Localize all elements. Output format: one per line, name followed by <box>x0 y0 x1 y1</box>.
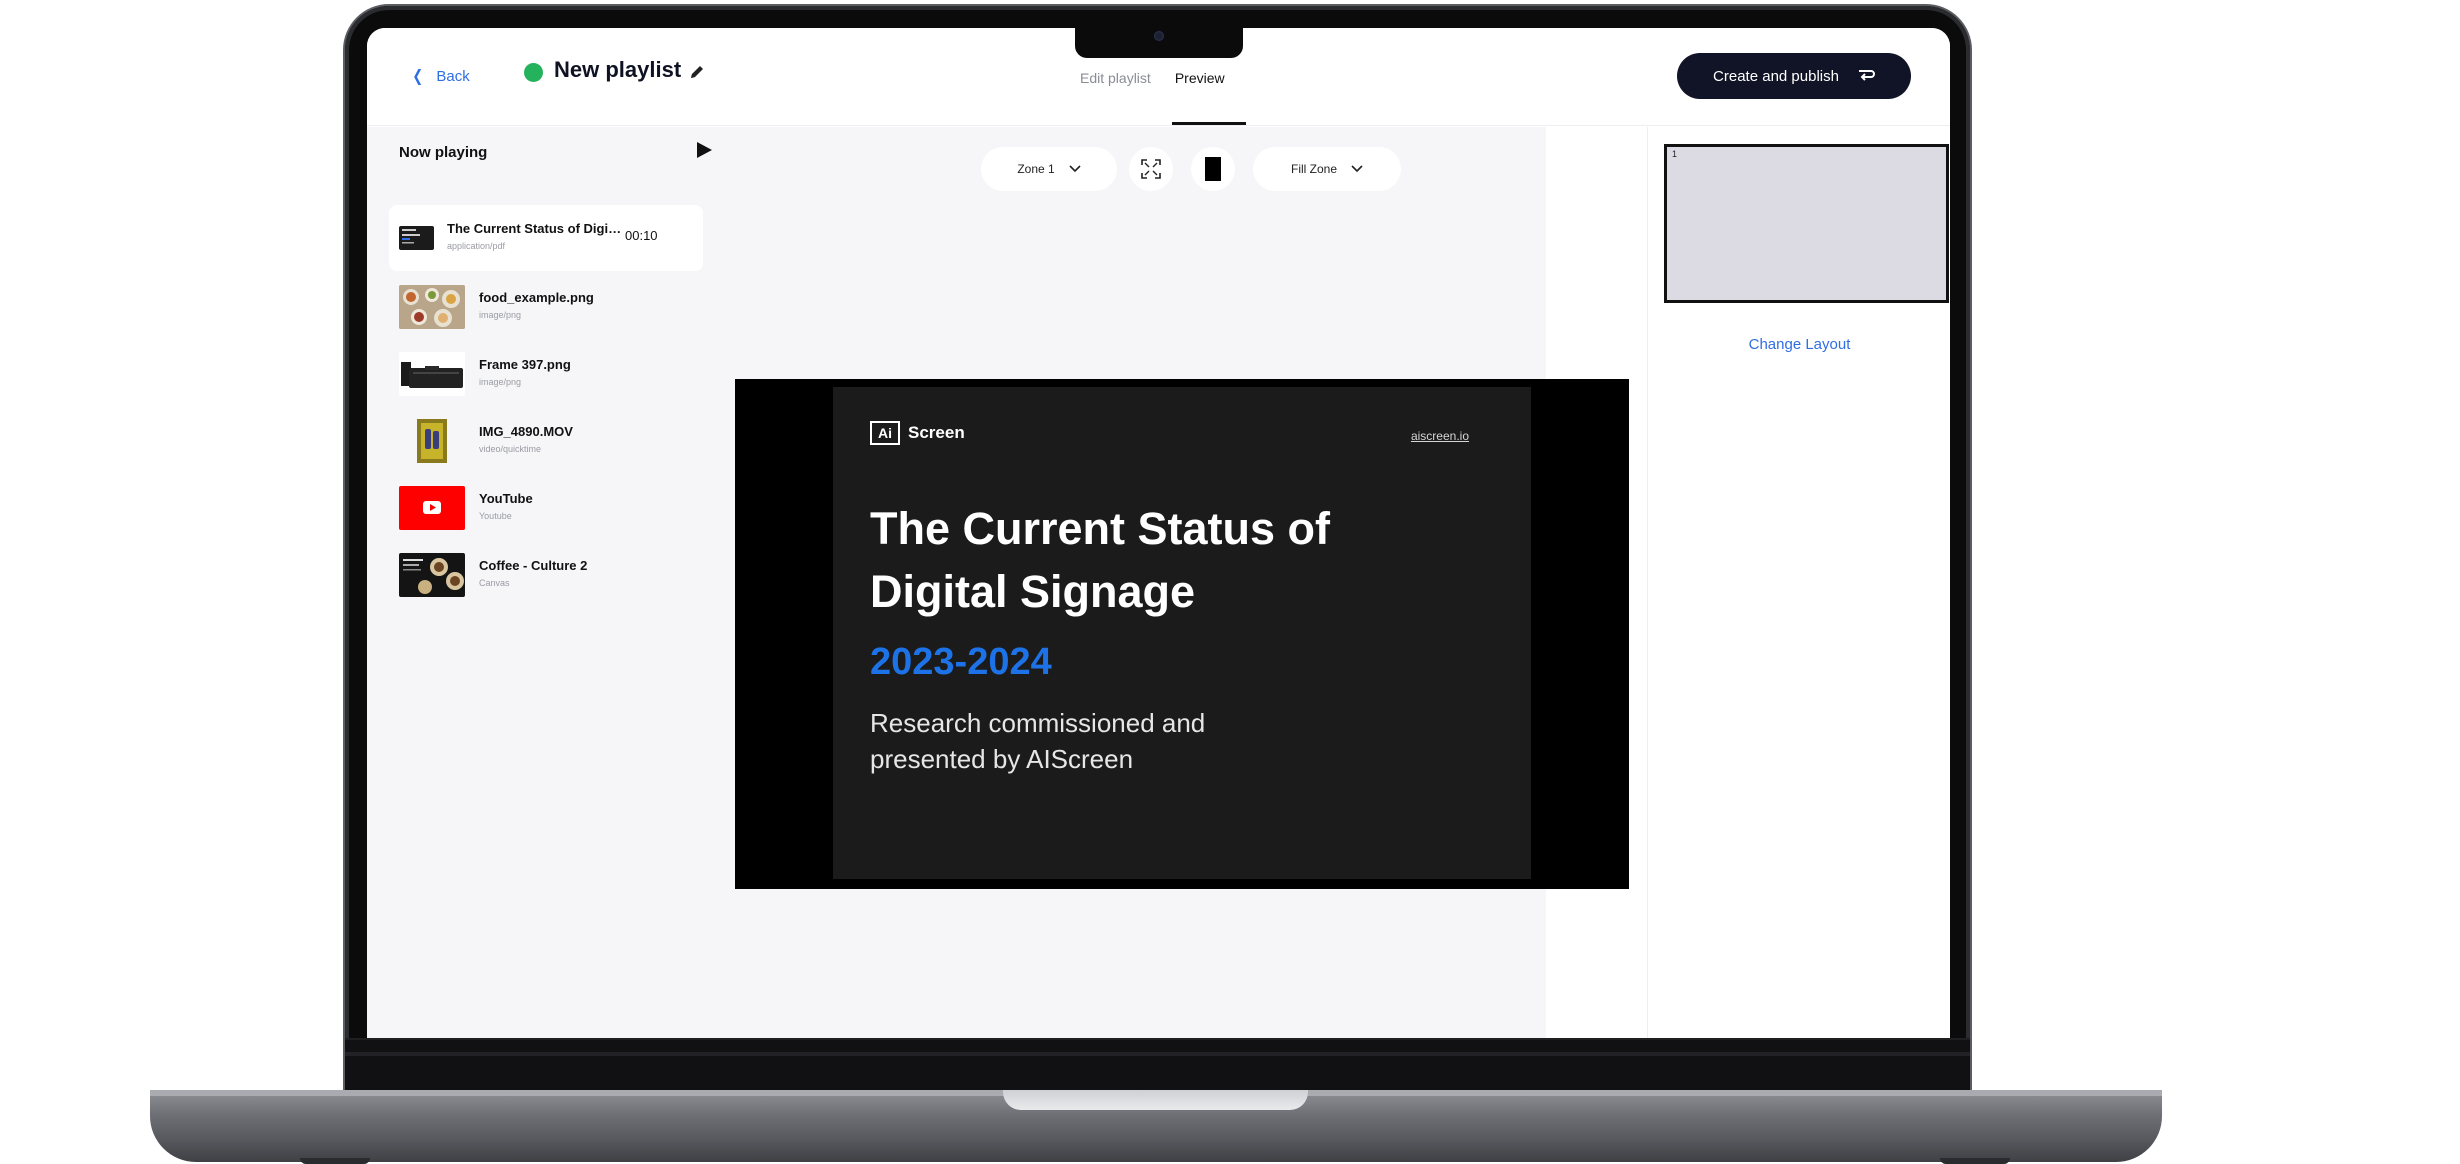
item-name: Coffee - Culture 2 <box>479 558 588 573</box>
zone-select[interactable]: Zone 1 <box>981 147 1117 191</box>
camera-icon <box>1154 31 1164 41</box>
playlist-item[interactable]: food_example.png image/png <box>389 272 703 338</box>
item-type: image/png <box>479 377 522 387</box>
food-thumbnail <box>399 285 465 329</box>
chevron-left-icon: ❮ <box>412 68 424 85</box>
laptop-chin <box>345 1038 1970 1096</box>
slide-preview: Ai Screen aiscreen.io The Current Status… <box>833 387 1531 879</box>
playlist-item[interactable]: Coffee - Culture 2 Canvas <box>389 540 703 606</box>
chevron-down-icon <box>1069 165 1081 173</box>
item-duration: 00:10 <box>625 228 658 243</box>
laptop-foot <box>300 1158 370 1164</box>
chevron-down-icon <box>1351 165 1363 173</box>
portrait-icon <box>1205 157 1221 181</box>
status-dot <box>524 63 543 82</box>
page-title: New playlist <box>554 57 682 82</box>
now-playing-title: Now playing <box>399 144 488 161</box>
publish-icon <box>1858 70 1875 81</box>
orientation-button[interactable] <box>1191 147 1235 191</box>
playlist-item[interactable]: The Current Status of Digita... applicat… <box>389 205 703 271</box>
playlist-item[interactable]: YouTube Youtube <box>389 473 703 539</box>
canvas-thumbnail <box>399 553 465 597</box>
slide-title: The Current Status of Digital Signage <box>870 503 1331 617</box>
now-playing-panel: Now playing The Current Status of Digita… <box>367 127 724 1038</box>
play-icon[interactable] <box>695 141 713 159</box>
camera-notch <box>1075 28 1243 58</box>
item-type: Canvas <box>479 578 510 588</box>
preview-area: Zone 1 Fill Zone Ai Screen aiscreen.io T… <box>724 127 1629 1038</box>
layout-zone[interactable]: 1 <box>1664 144 1949 303</box>
slide-year: 2023-2024 <box>870 641 1052 683</box>
laptop-opening-notch <box>1003 1090 1308 1110</box>
fullscreen-button[interactable] <box>1129 147 1173 191</box>
video-thumbnail <box>399 419 465 463</box>
item-type: application/pdf <box>447 241 506 251</box>
back-button[interactable]: ❮ Back <box>411 66 470 86</box>
pdf-thumbnail <box>399 226 434 250</box>
playlist-item[interactable]: IMG_4890.MOV video/quicktime <box>389 406 703 472</box>
preview-stage: Ai Screen aiscreen.io The Current Status… <box>735 379 1629 889</box>
tab-preview[interactable]: Preview <box>1175 70 1225 86</box>
playlist-item[interactable]: Frame 397.png image/png <box>389 339 703 405</box>
slide-subtitle: Research commissioned and presented by A… <box>870 708 1206 774</box>
slide-url: aiscreen.io <box>1410 429 1469 443</box>
item-name: food_example.png <box>479 290 594 305</box>
item-name: IMG_4890.MOV <box>479 424 573 439</box>
app-screen: ❮ Back New playlist Edit playlist Previe… <box>367 28 1950 1038</box>
zone-number: 1 <box>1672 149 1678 159</box>
tab-edit-playlist[interactable]: Edit playlist <box>1080 70 1151 86</box>
youtube-icon <box>399 486 465 530</box>
item-type: Youtube <box>479 511 512 521</box>
fill-mode-value: Fill Zone <box>1290 162 1337 176</box>
change-layout-link[interactable]: Change Layout <box>1648 336 1950 353</box>
aiscreen-logo: Ai Screen <box>870 421 965 445</box>
device-thumbnail <box>399 352 465 396</box>
publish-label: Create and publish <box>1713 67 1839 85</box>
laptop-foot <box>1940 1158 2010 1164</box>
logo-text: Screen <box>908 423 965 442</box>
fullscreen-icon <box>1141 159 1161 179</box>
logo-box: Ai <box>870 421 900 445</box>
item-type: image/png <box>479 310 522 320</box>
item-name: Frame 397.png <box>479 357 571 372</box>
item-name: YouTube <box>479 491 533 506</box>
tab-bar: Edit playlist Preview <box>1080 70 1225 86</box>
zone-select-value: Zone 1 <box>1017 162 1055 176</box>
fill-mode-select[interactable]: Fill Zone <box>1253 147 1401 191</box>
active-tab-indicator <box>1172 122 1246 125</box>
pencil-icon[interactable] <box>687 62 707 82</box>
create-and-publish-button[interactable]: Create and publish <box>1677 53 1911 99</box>
item-name: The Current Status of Digita... <box>447 221 623 236</box>
back-label: Back <box>436 67 470 85</box>
item-type: video/quicktime <box>479 444 542 454</box>
laptop-chin-line <box>345 1052 1970 1056</box>
layout-panel: 1 Change Layout <box>1647 127 1950 1038</box>
